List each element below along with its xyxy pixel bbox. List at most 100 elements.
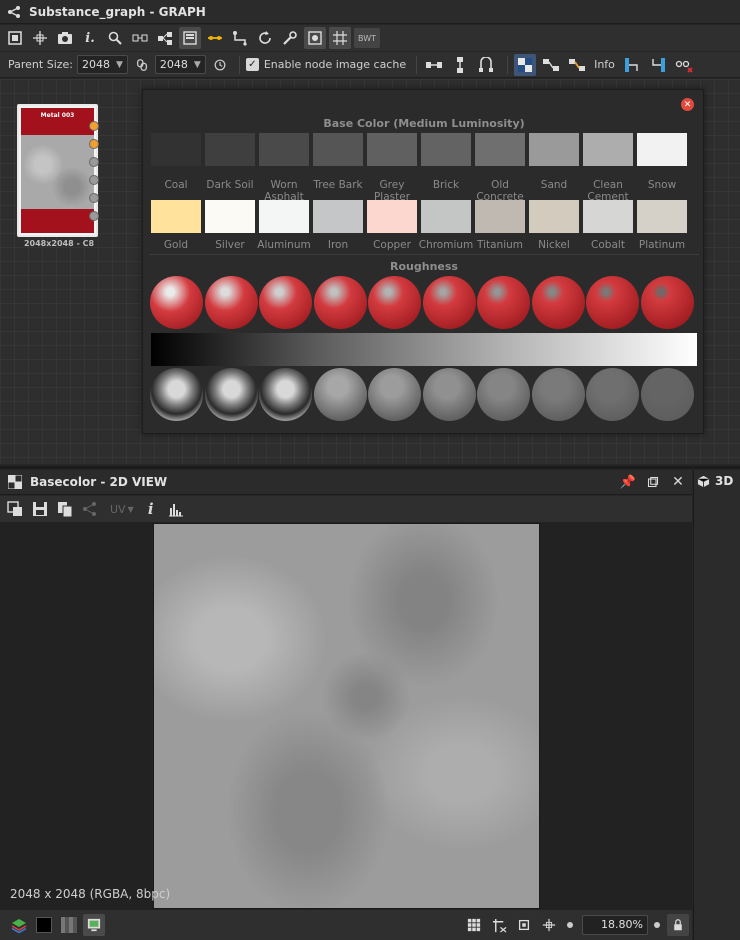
tools-button[interactable] [279, 27, 301, 49]
info-button[interactable]: i. [79, 27, 101, 49]
remove-links-button[interactable] [673, 54, 695, 76]
swatch-label: Gold [163, 239, 189, 251]
link-angle-button[interactable] [229, 27, 251, 49]
color-swatch [205, 133, 255, 166]
layers-button[interactable] [8, 914, 30, 936]
output-port[interactable] [89, 193, 99, 203]
pan-button[interactable] [29, 27, 51, 49]
output-port[interactable] [89, 211, 99, 221]
center-button[interactable] [538, 914, 560, 936]
uv-dropdown[interactable]: UV [110, 503, 126, 516]
roughness-sphere-red [640, 276, 694, 329]
connect-vertical-button[interactable] [449, 54, 471, 76]
cache-checkbox[interactable]: ✓ [245, 58, 259, 71]
view3d-title: 3D [697, 474, 733, 488]
checker-icon [518, 57, 533, 72]
copy-button[interactable] [54, 498, 76, 520]
refresh-button[interactable] [254, 27, 276, 49]
output-port[interactable] [89, 121, 99, 131]
hierarchy-button[interactable] [154, 27, 176, 49]
tiling-button[interactable] [463, 914, 485, 936]
export-button[interactable] [4, 498, 26, 520]
view3d-title-text: 3D [715, 474, 734, 488]
height-select[interactable]: 2048 ▼ [154, 55, 206, 74]
close-icon[interactable]: ✕ [681, 98, 694, 111]
texture-info-label: 2048 x 2048 (RGBA, 8bpc) [10, 887, 171, 901]
frame-toggle-button[interactable] [179, 27, 201, 49]
lock-button[interactable] [667, 914, 689, 936]
grid-toggle-button[interactable] [329, 27, 351, 49]
camera-icon [58, 32, 72, 44]
color-view-button[interactable] [83, 914, 105, 936]
zoom-input[interactable]: 18.80% [582, 915, 648, 935]
node-connect-orange-button[interactable] [566, 54, 588, 76]
pin-icon[interactable]: 📌 [617, 471, 639, 493]
reset-size-button[interactable] [210, 54, 230, 76]
histogram-button[interactable] [165, 498, 187, 520]
zoom-out-button[interactable] [563, 914, 577, 936]
node-link-icon [543, 58, 560, 71]
output-port[interactable] [89, 157, 99, 167]
lock-icon [674, 919, 682, 931]
roughness-sphere-red [150, 276, 203, 329]
roughness-sphere-metal [368, 368, 421, 421]
graph-node[interactable]: Metal 003 [17, 104, 98, 237]
cache-label: Enable node image cache [263, 58, 407, 71]
search-button[interactable] [104, 27, 126, 49]
grid-icon [333, 31, 347, 45]
roughness-sphere-red [259, 276, 312, 329]
swatch-label: Cobalt [591, 239, 625, 251]
reroute-button[interactable] [475, 54, 497, 76]
pin-output-button[interactable] [621, 54, 643, 76]
roughness-gradient [151, 333, 697, 366]
roughness-sphere-metal [531, 368, 585, 421]
monitor-icon [87, 918, 101, 932]
fit-button[interactable] [513, 914, 535, 936]
output-port[interactable] [89, 175, 99, 185]
color-swatch [421, 133, 471, 166]
info-button[interactable]: i [140, 498, 162, 520]
link-size-button[interactable] [132, 54, 152, 76]
background-checker-button[interactable] [58, 914, 80, 936]
save-button[interactable] [29, 498, 51, 520]
panel-splitter[interactable] [0, 466, 740, 469]
swatch-label: Brick [432, 179, 460, 191]
node-link-button[interactable] [540, 54, 562, 76]
close-icon[interactable]: ✕ [667, 471, 689, 493]
link-style-button[interactable] [204, 27, 226, 49]
graph-icon [8, 5, 20, 18]
graph-options-bar: Parent Size: 2048 ▼ 2048 ▼ ✓ Enable node i… [0, 52, 740, 78]
angle-link-icon [233, 31, 247, 46]
pbr-reference-popup: Base Color (Medium Luminosity) Coal Dark … [142, 89, 704, 434]
tile-grid-icon [467, 918, 481, 932]
texture-preview[interactable] [153, 523, 540, 909]
background-black-button[interactable] [33, 914, 55, 936]
zoom-in-button[interactable] [650, 914, 664, 936]
frame-all-button[interactable] [4, 27, 26, 49]
link-icon [208, 36, 222, 40]
share-button[interactable] [79, 498, 101, 520]
divider [149, 254, 699, 255]
pin-input-button[interactable] [647, 54, 669, 76]
roughness-sphere-red [477, 276, 530, 329]
swatch-label: Dark Soil [206, 179, 254, 191]
view-mode-button[interactable] [514, 53, 537, 76]
screenshot-button[interactable] [54, 27, 76, 49]
pixel-info-button[interactable] [488, 914, 510, 936]
info-label[interactable]: Info [594, 58, 615, 71]
swatch-label: Platinum [638, 239, 686, 251]
align-button[interactable] [129, 27, 151, 49]
bwt-button[interactable]: BWT [354, 28, 380, 48]
swatch-label: Silver [215, 239, 245, 251]
cube-icon [697, 475, 710, 487]
roughness-sphere-red [313, 276, 367, 329]
roughness-sphere-metal [150, 368, 203, 421]
swatch-label: Chromium [418, 239, 474, 251]
connect-horizontal-button[interactable] [423, 54, 445, 76]
width-select[interactable]: 2048 ▼ [77, 55, 128, 74]
float-panel-icon[interactable] [642, 471, 664, 493]
blue-node-right-icon [652, 57, 665, 72]
reroute-icon [479, 56, 494, 72]
thumbnail-toggle-button[interactable] [304, 27, 326, 49]
output-port[interactable] [89, 139, 99, 149]
